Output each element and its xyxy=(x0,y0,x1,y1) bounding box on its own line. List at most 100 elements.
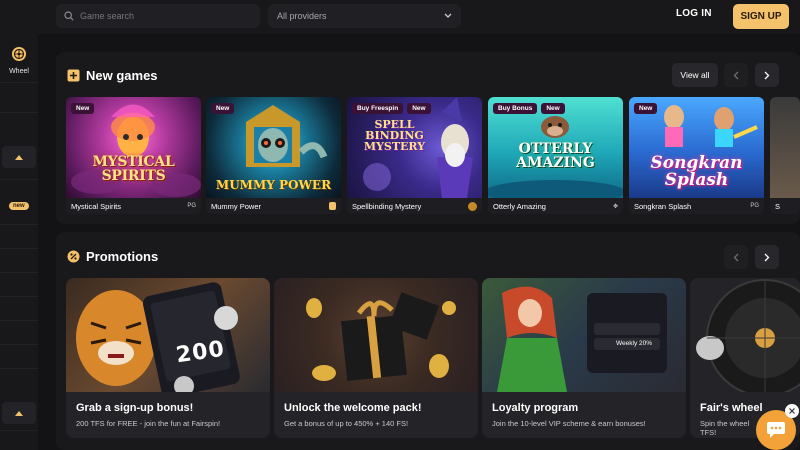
sidebar-divider xyxy=(0,179,38,180)
providers-label: All providers xyxy=(277,11,327,21)
tiger-art xyxy=(76,282,240,392)
search-input[interactable] xyxy=(80,11,250,21)
promotions-header: Promotions xyxy=(67,249,158,264)
game-tags: Buy Freespin New xyxy=(352,103,431,114)
search-icon xyxy=(64,11,74,21)
chat-icon xyxy=(767,422,785,438)
chevron-right-icon xyxy=(764,71,770,79)
sidebar-divider xyxy=(0,224,38,225)
next-arrow-button[interactable] xyxy=(755,245,779,269)
sidebar-divider xyxy=(0,272,38,273)
provider-icon: ✥ xyxy=(612,203,618,210)
game-tags: New xyxy=(71,103,95,114)
promo-title: Fair's wheel xyxy=(700,402,763,414)
game-card[interactable]: SPELL BINDING MYSTERY Buy Freespin New Sp… xyxy=(347,97,482,214)
game-title: S xyxy=(775,201,781,211)
promo-image: 200 xyxy=(66,278,270,392)
game-tag: Buy Bonus xyxy=(493,103,538,114)
promo-art-text: Weekly 20% xyxy=(616,340,653,347)
game-thumbnail xyxy=(770,97,800,198)
promo-image xyxy=(690,278,800,392)
chevron-left-icon xyxy=(733,71,739,79)
prev-arrow-button[interactable] xyxy=(724,245,748,269)
game-card-footer: Songkran Splash PG xyxy=(629,198,764,214)
game-tags: New xyxy=(634,103,658,114)
game-card[interactable]: MYSTICAL SPIRITS New Mystical Spirits PG xyxy=(66,97,201,214)
game-logo: MUMMY POWER xyxy=(215,178,332,192)
game-tag: New xyxy=(407,103,431,114)
sidebar-divider xyxy=(0,368,38,369)
sidebar-item-wheel[interactable]: Wheel xyxy=(0,46,38,75)
provider-icon xyxy=(468,201,477,211)
close-icon xyxy=(789,408,795,414)
chevron-up-icon xyxy=(15,154,23,160)
chevron-down-icon xyxy=(444,13,452,18)
game-card-footer: Mummy Power xyxy=(206,198,341,214)
promo-title: Grab a sign-up bonus! xyxy=(76,402,194,414)
section-title: New games xyxy=(86,68,158,83)
sidebar: Wheel new xyxy=(0,34,38,450)
game-card[interactable]: Songkran Splash New Songkran Splash PG xyxy=(629,97,764,214)
promo-title: Loyalty program xyxy=(492,402,579,414)
promo-description: Join the 10-level VIP scheme & earn bonu… xyxy=(492,419,646,428)
top-bar: All providers LOG IN SIGN UP xyxy=(0,0,800,34)
game-search-box[interactable] xyxy=(56,4,260,28)
new-games-icon xyxy=(67,69,80,82)
game-card-footer: Spellbinding Mystery xyxy=(347,198,482,214)
sidebar-divider xyxy=(0,430,38,431)
chevron-left-icon xyxy=(733,253,739,261)
game-title: Otterly Amazing xyxy=(493,201,546,211)
provider-icon: PG xyxy=(750,203,759,209)
promo-description: 200 TFS for FREE - join the fun at Fairs… xyxy=(76,419,221,428)
sidebar-divider xyxy=(0,112,38,113)
promotions-icon xyxy=(67,250,80,263)
game-title: Mystical Spirits xyxy=(71,201,122,211)
game-card-footer: Mystical Spirits PG xyxy=(66,198,201,214)
game-tag: New xyxy=(541,103,565,114)
promo-title: Unlock the welcome pack! xyxy=(284,402,422,414)
loyalty-art xyxy=(497,286,667,392)
game-card-footer: S xyxy=(770,198,800,214)
game-logo: OTTERLY AMAZING xyxy=(516,141,595,171)
view-all-button[interactable]: View all xyxy=(672,63,718,87)
app-root: All providers LOG IN SIGN UP Wheel new xyxy=(0,0,800,450)
game-tags: Buy Bonus New xyxy=(493,103,565,114)
game-title: Mummy Power xyxy=(211,201,262,211)
game-tag: New xyxy=(71,103,95,114)
game-tag: New xyxy=(634,103,658,114)
game-logo: Songkran Splash xyxy=(650,153,743,190)
gift-art xyxy=(306,292,456,381)
promo-card[interactable]: Weekly 20% Loyalty program Join the 10-l… xyxy=(482,278,686,438)
game-logo: MYSTICAL SPIRITS xyxy=(92,154,175,184)
provider-icon: PG xyxy=(187,203,196,209)
game-tag: New xyxy=(211,103,235,114)
sidebar-divider xyxy=(0,248,38,249)
prev-arrow-button[interactable] xyxy=(724,63,748,87)
chat-close-button[interactable] xyxy=(785,404,799,418)
promo-card[interactable]: Unlock the welcome pack! Get a bonus of … xyxy=(274,278,478,438)
game-card[interactable]: MUMMY POWER New Mummy Power xyxy=(206,97,341,214)
game-card[interactable]: OTTERLY AMAZING Buy Bonus New Otterly Ama… xyxy=(488,97,623,214)
provider-icon xyxy=(329,202,336,210)
providers-select[interactable]: All providers xyxy=(268,4,461,28)
chevron-up-icon xyxy=(15,410,23,416)
login-button[interactable]: LOG IN xyxy=(676,8,712,19)
sidebar-collapse-button[interactable] xyxy=(2,146,36,168)
promo-image xyxy=(274,278,478,392)
promo-card[interactable]: 200 Grab a sign-up bonus! 200 TFS for FR… xyxy=(66,278,270,438)
chevron-right-icon xyxy=(764,253,770,261)
sidebar-collapse-button[interactable] xyxy=(2,402,36,424)
promo-description-line2: TFS! xyxy=(700,428,717,437)
signup-button[interactable]: SIGN UP xyxy=(733,4,789,29)
sidebar-item-label: Wheel xyxy=(9,68,29,75)
new-badge: new xyxy=(9,202,29,210)
game-tag: Buy Freespin xyxy=(352,103,404,114)
wheel-art xyxy=(696,279,800,392)
wheel-icon xyxy=(12,47,26,61)
sidebar-divider xyxy=(0,320,38,321)
section-title: Promotions xyxy=(86,249,159,264)
game-tags: New xyxy=(211,103,235,114)
game-card[interactable]: S xyxy=(770,97,800,214)
game-title: Songkran Splash xyxy=(634,201,692,211)
next-arrow-button[interactable] xyxy=(755,63,779,87)
